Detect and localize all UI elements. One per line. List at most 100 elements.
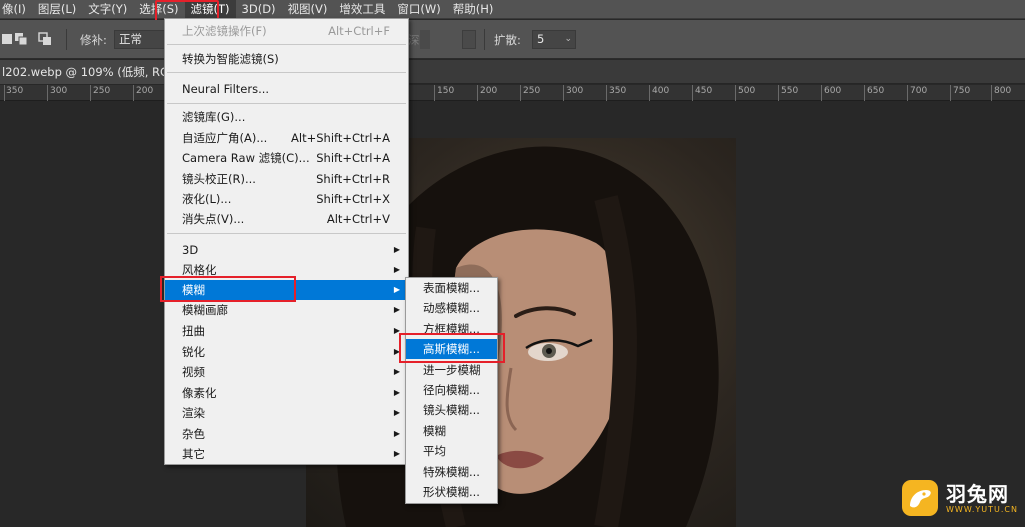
menu-select[interactable]: 选择(S) [133, 0, 184, 19]
menu-item-blur-gallery[interactable]: 模糊画廊 ▶ [165, 300, 408, 320]
menu-item-label: 高斯模糊... [423, 342, 480, 356]
menu-filter[interactable]: 滤镜(T) [184, 0, 236, 19]
submenu-arrow-icon: ▶ [393, 347, 400, 356]
ruler-tick [692, 85, 693, 101]
menu-item-other[interactable]: 其它 ▶ [165, 444, 408, 464]
options-bar: 修补: 正常 深 扩散: 5 ⌄ [0, 20, 1025, 59]
menu-item-camera-raw[interactable]: Camera Raw 滤镜(C)... Shift+Ctrl+A [165, 148, 408, 168]
menu-item-label: 风格化 [182, 263, 217, 277]
menu-item-label: 渲染 [182, 406, 205, 420]
selection-intersect-icon[interactable] [38, 32, 52, 46]
menu-item-vanishing-point[interactable]: 消失点(V)... Alt+Ctrl+V [165, 209, 408, 229]
submenu-arrow-icon: ▶ [393, 265, 400, 274]
menu-3d[interactable]: 3D(D) [236, 0, 282, 19]
faded-stepper [462, 30, 476, 49]
ruler-label: 800 [994, 86, 1012, 96]
menu-item-label: 方框模糊... [423, 322, 480, 336]
options-separator [484, 29, 485, 50]
menu-item-adaptive-wide-angle[interactable]: 自适应广角(A)... Alt+Shift+Ctrl+A [165, 128, 408, 148]
menu-item-distort[interactable]: 扭曲 ▶ [165, 321, 408, 341]
menu-item-motion-blur[interactable]: 动感模糊... [406, 298, 497, 318]
menu-help[interactable]: 帮助(H) [447, 0, 500, 19]
canvas-area[interactable] [0, 102, 1025, 527]
ruler-label: 200 [136, 86, 154, 96]
menu-item-pixelate[interactable]: 像素化 ▶ [165, 383, 408, 403]
menu-item-label: 模糊画廊 [182, 303, 228, 317]
menu-item-label: 杂色 [182, 427, 205, 441]
menu-item-convert-smart-filter[interactable]: 转换为智能滤镜(S) [165, 49, 408, 69]
selection-new-icon[interactable] [0, 32, 14, 46]
menu-item-shortcut: Shift+Ctrl+A [316, 151, 390, 165]
menu-plugins[interactable]: 增效工具 [333, 0, 391, 19]
menu-item-filter-gallery[interactable]: 滤镜库(G)... [165, 107, 408, 127]
menu-image[interactable]: 像(I) [0, 0, 32, 19]
selection-add-icon[interactable] [14, 32, 28, 46]
faded-field [420, 30, 430, 49]
menu-item-video[interactable]: 视频 ▶ [165, 362, 408, 382]
ruler-label: 700 [910, 86, 928, 96]
menu-item-lens-blur[interactable]: 镜头模糊... [406, 400, 497, 420]
menu-item-neural-filters[interactable]: Neural Filters... [165, 79, 408, 99]
menu-item-surface-blur[interactable]: 表面模糊... [406, 278, 497, 298]
ruler-label: 650 [867, 86, 885, 96]
menu-item-gaussian-blur[interactable]: 高斯模糊... [406, 339, 497, 359]
mode-label: 修补: [80, 33, 107, 47]
menu-item-label: 视频 [182, 365, 205, 379]
menu-item-box-blur[interactable]: 方框模糊... [406, 319, 497, 339]
ruler-tick [563, 85, 564, 101]
menu-item-lens-correction[interactable]: 镜头校正(R)... Shift+Ctrl+R [165, 169, 408, 189]
menu-item-sharpen[interactable]: 锐化 ▶ [165, 342, 408, 362]
menu-item-last-filter: 上次滤镜操作(F) Alt+Ctrl+F [165, 21, 408, 41]
menu-item-liquify[interactable]: 液化(L)... Shift+Ctrl+X [165, 189, 408, 209]
menu-view[interactable]: 视图(V) [282, 0, 334, 19]
ruler-label: 450 [695, 86, 713, 96]
ruler-label: 400 [652, 86, 670, 96]
menu-item-label: 上次滤镜操作(F) [182, 24, 267, 38]
ruler-tick [950, 85, 951, 101]
ruler-label: 300 [566, 86, 584, 96]
menu-item-radial-blur[interactable]: 径向模糊... [406, 380, 497, 400]
menu-item-label: 径向模糊... [423, 383, 480, 397]
horizontal-ruler[interactable]: 350 300 250 200 150 200 250 300 350 400 … [0, 85, 1025, 101]
ruler-tick [4, 85, 5, 101]
ruler-label: 300 [50, 86, 68, 96]
menu-item-label: 锐化 [182, 345, 205, 359]
menu-item-smart-blur[interactable]: 特殊模糊... [406, 462, 497, 482]
ruler-tick [47, 85, 48, 101]
blur-submenu: 表面模糊... 动感模糊... 方框模糊... 高斯模糊... 进一步模糊 径向… [405, 277, 498, 504]
ruler-label: 200 [480, 86, 498, 96]
menu-window[interactable]: 窗口(W) [391, 0, 446, 19]
menu-item-label: 自适应广角(A)... [182, 131, 268, 145]
menu-item-label: 进一步模糊 [423, 363, 481, 377]
menu-item-render[interactable]: 渲染 ▶ [165, 403, 408, 423]
menu-item-3d[interactable]: 3D ▶ [165, 240, 408, 260]
menu-item-average[interactable]: 平均 [406, 441, 497, 461]
menu-item-shortcut: Shift+Ctrl+R [316, 172, 390, 186]
ruler-label: 350 [609, 86, 627, 96]
spread-input[interactable]: 5 ⌄ [532, 30, 576, 49]
menu-item-stylize[interactable]: 风格化 ▶ [165, 260, 408, 280]
menu-item-noise[interactable]: 杂色 ▶ [165, 424, 408, 444]
menu-item-shape-blur[interactable]: 形状模糊... [406, 482, 497, 502]
menu-item-label: 镜头模糊... [423, 403, 480, 417]
menu-type[interactable]: 文字(Y) [82, 0, 133, 19]
chevron-down-icon[interactable]: ⌄ [564, 31, 572, 48]
menu-item-shortcut: Alt+Ctrl+V [326, 212, 390, 226]
submenu-arrow-icon: ▶ [393, 305, 400, 314]
menu-item-label: 转换为智能滤镜(S) [182, 52, 279, 66]
menu-item-blur-more[interactable]: 进一步模糊 [406, 360, 497, 380]
document-tab[interactable]: l202.webp @ 109% (低频, RGB/8 [0, 60, 175, 84]
ruler-tick [606, 85, 607, 101]
menu-item-label: 模糊 [423, 424, 446, 438]
menu-item-blur[interactable]: 模糊 ▶ [165, 280, 408, 300]
menu-item-label: 3D [182, 243, 199, 257]
watermark-url: WWW.YUTU.CN [946, 504, 1018, 514]
menu-item-label: 模糊 [182, 283, 205, 297]
menu-layer[interactable]: 图层(L) [32, 0, 82, 19]
ruler-tick [477, 85, 478, 101]
menu-item-blur-simple[interactable]: 模糊 [406, 421, 497, 441]
ruler-tick [520, 85, 521, 101]
submenu-arrow-icon: ▶ [393, 388, 400, 397]
options-separator [66, 29, 67, 50]
site-watermark: 羽兔网 WWW.YUTU.CN [900, 475, 1018, 521]
